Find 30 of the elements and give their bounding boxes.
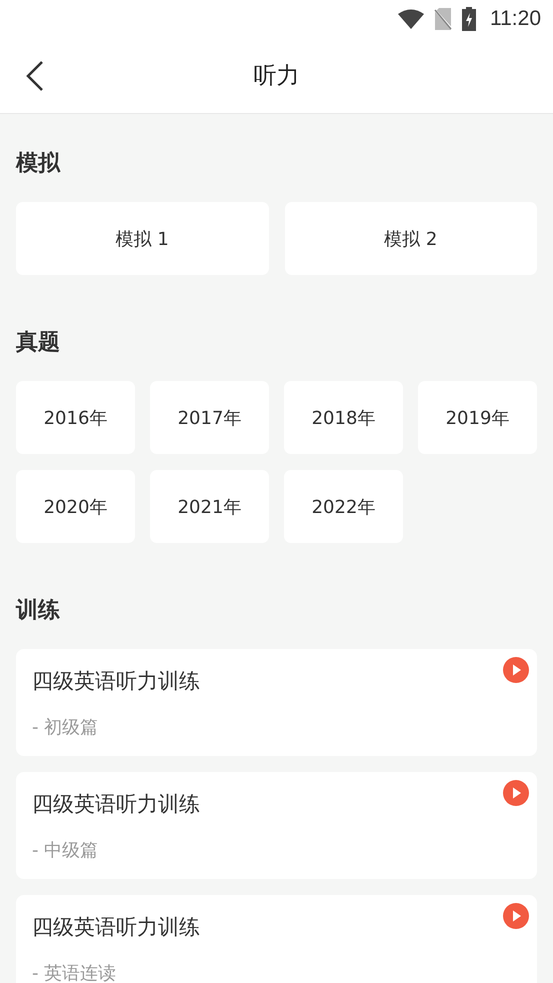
status-time: 11:20 [490,7,541,31]
section-title: 真题 [16,329,61,357]
year-button[interactable]: 2020年 [16,470,135,543]
play-icon[interactable] [503,657,529,683]
page-title: 听力 [254,62,300,91]
section-title: 模拟 [16,150,62,178]
year-button[interactable]: 2017年 [150,381,269,454]
training-title: 四级英语听力训练 [32,668,201,694]
training-subtitle: - 英语连读 [32,962,118,983]
year-button[interactable]: 2019年 [418,381,537,454]
year-button[interactable]: 2022年 [284,470,403,543]
training-subtitle: - 初级篇 [32,716,100,740]
no-sim-icon [434,8,452,30]
battery-icon [462,7,476,31]
year-button[interactable]: 2018年 [284,381,403,454]
section-title: 训练 [16,597,61,625]
mock-test-button[interactable]: 模拟 1 [16,202,268,275]
mock-test-button[interactable]: 模拟 2 [284,202,537,275]
training-subtitle: - 中级篇 [32,839,100,863]
training-card[interactable]: 四级英语听力训练 - 中级篇 [16,772,537,879]
play-icon[interactable] [503,903,529,929]
training-title: 四级英语听力训练 [32,791,201,817]
play-icon[interactable] [503,780,529,806]
wifi-icon [398,9,424,29]
year-button[interactable]: 2021年 [150,470,269,543]
back-icon[interactable] [24,60,46,92]
year-button[interactable]: 2016年 [16,381,135,454]
training-title: 四级英语听力训练 [32,914,201,940]
training-card[interactable]: 四级英语听力训练 - 初级篇 [16,649,537,756]
training-card[interactable]: 四级英语听力训练 - 英语连读 [16,895,537,983]
